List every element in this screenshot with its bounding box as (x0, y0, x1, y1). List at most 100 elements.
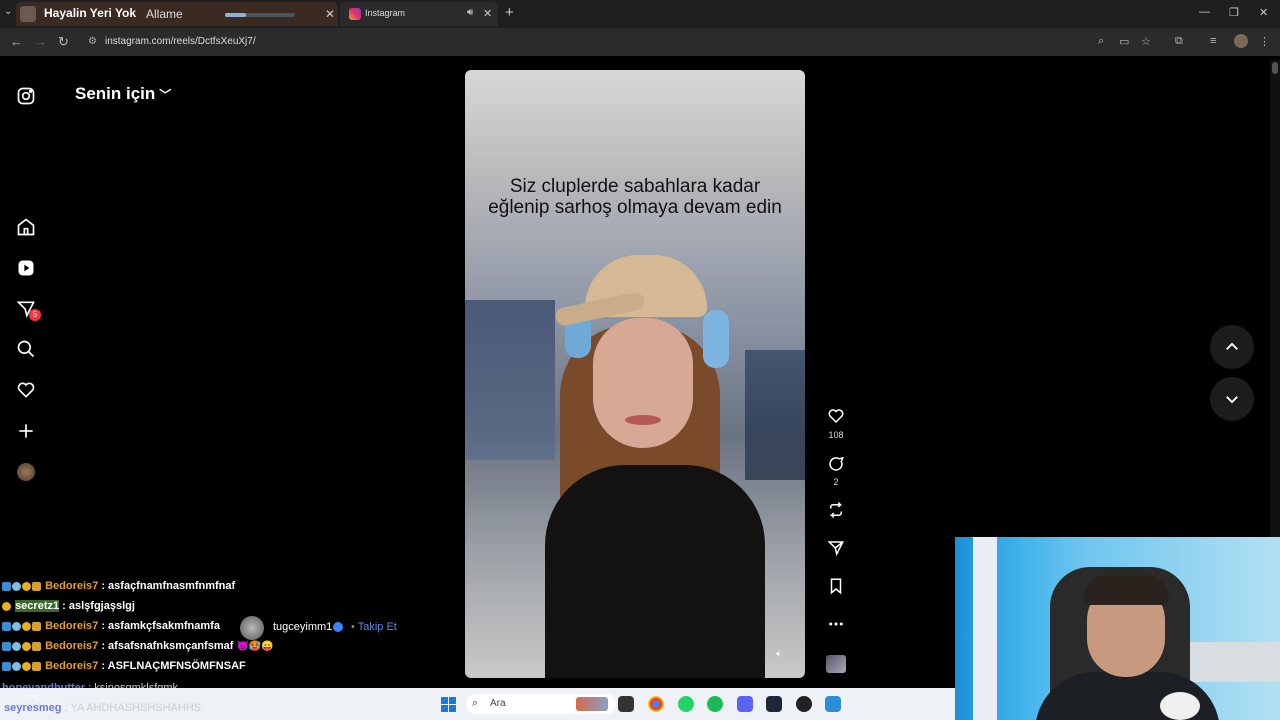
search-icon[interactable] (16, 339, 36, 359)
steam-icon[interactable] (766, 696, 782, 712)
chat-text: : YA AHDHASHSHSHAHHS (64, 702, 202, 714)
badge-icon (32, 641, 41, 651)
close-tab-icon[interactable]: ✕ (325, 7, 335, 21)
tab-music[interactable]: Hayalin Yeri Yok Allame ✕ (16, 2, 338, 26)
instagram-icon[interactable] (16, 86, 36, 106)
search-highlight-image (576, 697, 608, 711)
back-icon[interactable]: ← (10, 34, 23, 49)
webcam-person-hair (1083, 575, 1169, 605)
restore-icon[interactable]: ❐ (1229, 6, 1239, 19)
badge-icon (2, 661, 11, 671)
background-screen (745, 350, 805, 480)
chat-message: Bedoreis7 : ASFLNAÇMFNSÖMFNSAF (2, 660, 246, 678)
chevron-down-icon: ﹀ (159, 88, 172, 102)
like-icon[interactable] (824, 407, 848, 430)
badge-icon (22, 621, 31, 631)
bookmark-star-icon[interactable]: ☆ (1141, 35, 1151, 48)
close-tab-icon[interactable]: ✕ (483, 7, 492, 20)
badge-icon (2, 641, 11, 651)
url-field[interactable]: ⚙︎ instagram.com/reels/DctfsXeuXj7/ (80, 31, 1170, 53)
tab-music-progress-fill (225, 13, 246, 17)
badge-icon (22, 641, 31, 651)
webcam-desk (1185, 642, 1280, 682)
feed-selector[interactable]: Senin için ﹀ (75, 84, 171, 104)
badge-icon (12, 621, 21, 631)
chat-text: : asfamkçfsakmfnamfa (101, 620, 220, 632)
windows-start-icon[interactable] (441, 697, 456, 712)
task-view-icon[interactable] (618, 696, 634, 712)
person-face (593, 318, 693, 448)
person-lips (625, 415, 661, 425)
chat-text: : ASFLNAÇMFNSÖMFNSAF (101, 660, 246, 672)
volume-icon[interactable]: 🔈︎ (776, 648, 783, 661)
author-avatar[interactable] (240, 616, 264, 640)
tab-audio-icon[interactable]: 🔊︎ (467, 7, 473, 18)
previous-reel-button[interactable] (1210, 325, 1254, 369)
share-icon[interactable] (824, 539, 848, 562)
audio-thumbnail[interactable] (826, 655, 846, 673)
follow-button[interactable]: • Takip Et (351, 621, 397, 633)
obs-icon[interactable] (796, 696, 812, 712)
chat-message: Bedoreis7 : afsafsnafnksmçanfsmaf 😈🥵😛 (2, 640, 274, 658)
badge-icon (12, 661, 21, 671)
spotify-icon[interactable] (707, 696, 723, 712)
comment-icon[interactable] (824, 455, 848, 478)
reels-icon[interactable] (16, 258, 36, 278)
scrollbar-thumb[interactable] (1272, 62, 1278, 74)
tab-instagram[interactable]: Instagram 🔊︎ ✕ (340, 2, 498, 26)
plus-icon[interactable] (16, 421, 36, 441)
more-icon[interactable] (824, 615, 848, 638)
feed-title: Senin için (75, 84, 156, 103)
separator-dot: • (351, 621, 355, 633)
new-tab-icon[interactable]: + (505, 4, 514, 21)
whatsapp-icon[interactable] (678, 696, 694, 712)
badge-icon (2, 581, 11, 591)
address-bar-row: ← → ↻ ⚙︎ instagram.com/reels/DctfsXeuXj7… (0, 28, 1280, 56)
app-icon[interactable] (825, 696, 841, 712)
url-text: instagram.com/reels/DctfsXeuXj7/ (105, 36, 256, 47)
next-reel-button[interactable] (1210, 377, 1254, 421)
profile-avatar[interactable] (1234, 34, 1248, 48)
browser-tab-bar: ⌄ Hayalin Yeri Yok Allame ✕ Instagram 🔊︎… (0, 0, 1280, 28)
media-controls-icon[interactable]: ≡ (1210, 35, 1216, 47)
chevron-up-icon (1226, 342, 1238, 350)
webcam-overlay (955, 537, 1280, 720)
reel-caption: Siz cluplerde sabahlara kadar eğlenip sa… (488, 176, 782, 218)
chat-message: Bedoreis7 : asfamkçfsakmfnamfa (2, 620, 220, 638)
reel-video[interactable]: Siz cluplerde sabahlara kadar eğlenip sa… (465, 70, 805, 678)
forward-icon[interactable]: → (34, 34, 47, 49)
extensions-icon[interactable]: ⧉ (1175, 35, 1183, 48)
discord-icon[interactable] (737, 696, 753, 712)
tab-music-progress (225, 13, 295, 17)
save-icon[interactable] (824, 577, 848, 600)
emoji-icon: 😈🥵😛 (236, 641, 274, 652)
notification-badge: 5 (29, 309, 41, 321)
heart-icon[interactable] (16, 380, 36, 400)
tab-search-icon[interactable]: ⌄ (4, 6, 12, 17)
minimize-icon[interactable]: — (1199, 6, 1210, 18)
badge-icon (32, 661, 41, 671)
chat-username: Bedoreis7 (45, 580, 99, 592)
site-info-icon[interactable]: ⚙︎ (88, 36, 97, 47)
person-body (545, 465, 765, 678)
badge-icon (2, 621, 11, 631)
verified-icon (333, 622, 343, 632)
repost-icon[interactable] (824, 501, 848, 524)
author-name[interactable]: tugceyimm1 (273, 621, 332, 633)
badge-icon (2, 601, 11, 611)
badge-icon (32, 581, 41, 591)
cast-icon[interactable]: ▭ (1119, 35, 1129, 48)
like-count: 108 (828, 430, 844, 440)
chrome-icon[interactable] (648, 696, 664, 712)
zoom-icon[interactable]: ⌕ (1098, 35, 1104, 48)
menu-icon[interactable]: ⋮ (1259, 35, 1270, 48)
home-icon[interactable] (16, 217, 36, 237)
search-icon: ⌕ (472, 697, 479, 709)
instagram-favicon-icon (349, 8, 361, 20)
profile-avatar[interactable] (17, 463, 35, 481)
taskbar-search[interactable]: ⌕ Ara (466, 694, 616, 714)
reload-icon[interactable]: ↻ (58, 34, 69, 50)
badge-icon (22, 661, 31, 671)
close-window-icon[interactable]: ✕ (1259, 6, 1268, 19)
webcam-microphone (1160, 692, 1200, 720)
